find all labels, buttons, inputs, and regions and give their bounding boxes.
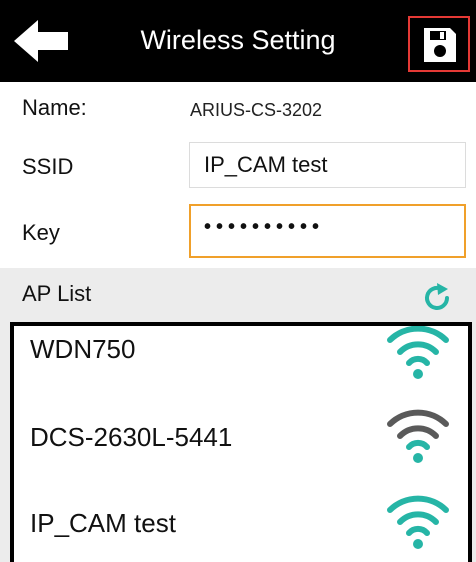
name-row: Name: ARIUS-CS-3202 [0, 82, 476, 135]
wifi-icon [387, 409, 449, 463]
refresh-icon [425, 283, 449, 310]
ssid-label: SSID [22, 154, 74, 179]
wifi-icon [387, 326, 449, 379]
save-button[interactable] [408, 16, 470, 72]
ap-list-label: AP List [22, 281, 92, 306]
ap-name: IP_CAM test [30, 508, 176, 538]
ap-name: WDN750 [30, 334, 136, 364]
key-row: Key •••••••••• [0, 200, 476, 269]
app-header: Wireless Setting [0, 0, 476, 82]
ap-list: WDN750 DCS-2630L-5441 IP_CAM test [10, 322, 472, 562]
key-input[interactable]: •••••••••• [189, 204, 466, 258]
page-title: Wireless Setting [140, 25, 336, 55]
key-label: Key [22, 220, 60, 245]
ssid-input[interactable]: IP_CAM test [189, 142, 466, 188]
name-value: ARIUS-CS-3202 [190, 100, 323, 120]
ap-list-item[interactable]: DCS-2630L-5441 [14, 394, 468, 480]
ssid-row: SSID IP_CAM test [0, 134, 476, 201]
ap-name: DCS-2630L-5441 [30, 422, 233, 452]
wifi-icon [387, 495, 449, 549]
ap-list-item[interactable]: IP_CAM test [14, 480, 468, 562]
name-label: Name: [22, 95, 87, 120]
refresh-button[interactable] [420, 281, 454, 315]
ap-list-item[interactable]: WDN750 [14, 326, 468, 394]
floppy-disk-icon [424, 28, 456, 62]
ap-list-header: AP List [0, 268, 476, 320]
